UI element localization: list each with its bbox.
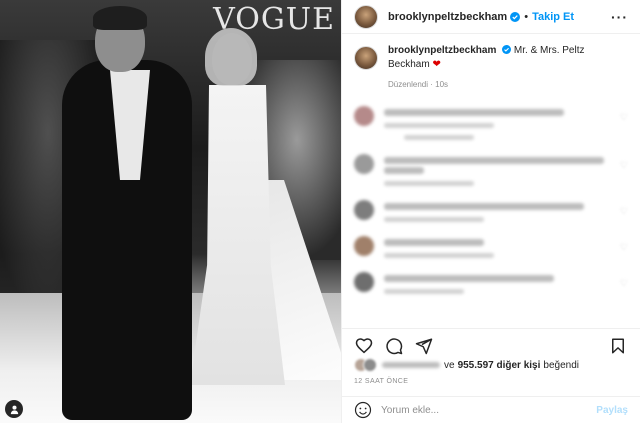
- comment-meta-redacted: [384, 181, 474, 186]
- comment-like-icon[interactable]: ♡: [620, 278, 628, 289]
- post-caption: brooklynpeltzbeckham Mr. & Mrs. Peltz Be…: [354, 44, 628, 92]
- comment-item: ♡: [354, 272, 628, 294]
- comment-like-icon[interactable]: ♡: [620, 160, 628, 171]
- comment-item: ♡: [354, 154, 628, 186]
- comment-meta-redacted: [384, 289, 464, 294]
- comment-like-icon[interactable]: ♡: [620, 112, 628, 123]
- caption-body: brooklynpeltzbeckham Mr. & Mrs. Peltz Be…: [388, 44, 628, 92]
- instagram-post: VOGUE brooklynpeltzbeckham • Takip Et ··…: [0, 0, 640, 423]
- comment-meta-redacted: [384, 123, 494, 128]
- add-comment-bar: Paylaş: [342, 396, 640, 423]
- caption-username[interactable]: brooklynpeltzbeckham: [388, 45, 496, 56]
- likes-suffix: beğendi: [543, 359, 579, 371]
- comment-item: ♡: [354, 200, 628, 222]
- comment-text-redacted: [384, 167, 424, 174]
- comment-text-redacted: [384, 109, 564, 116]
- comment-avatar[interactable]: [354, 106, 374, 126]
- comment-body: [384, 236, 614, 258]
- follow-button[interactable]: Takip Et: [532, 11, 574, 23]
- caption-avatar[interactable]: [354, 46, 378, 70]
- likes-count[interactable]: 955.597 diğer kişi: [458, 360, 541, 371]
- comment-body: [384, 200, 614, 222]
- header-username[interactable]: brooklynpeltzbeckham: [388, 11, 507, 23]
- comment-item: ♡: [354, 236, 628, 258]
- post-photo[interactable]: VOGUE: [0, 0, 341, 423]
- groom-hair: [93, 6, 147, 30]
- comment-meta-redacted: [384, 253, 494, 258]
- bride-face: [212, 33, 252, 85]
- share-comment-button[interactable]: Paylaş: [596, 405, 628, 416]
- comment-meta-redacted: [384, 217, 484, 222]
- comment-body: [384, 272, 614, 294]
- liker-name-redacted[interactable]: [382, 362, 440, 368]
- comment-avatar[interactable]: [354, 200, 374, 220]
- comment-text-redacted: [384, 203, 584, 210]
- comment-text-redacted: [384, 239, 484, 246]
- comment-like-icon[interactable]: ♡: [620, 206, 628, 217]
- post-timestamp[interactable]: 12 SAAT ÖNCE: [354, 378, 408, 385]
- emoji-icon[interactable]: [354, 401, 372, 419]
- comment-icon[interactable]: [384, 336, 404, 356]
- comment-text-redacted: [384, 275, 554, 282]
- comment-avatar[interactable]: [354, 272, 374, 292]
- comment-body: [384, 154, 614, 186]
- save-bookmark-icon[interactable]: [608, 336, 628, 356]
- comment-item: ♡: [354, 106, 628, 140]
- action-bar: [342, 328, 640, 356]
- separator-dot: •: [524, 10, 529, 23]
- caption-edited-time: Düzenlendi · 10s: [388, 80, 449, 89]
- like-heart-icon[interactable]: [354, 336, 374, 356]
- share-direct-icon[interactable]: [414, 336, 434, 356]
- likes-prefix: ve: [444, 359, 455, 371]
- comment-body: [384, 106, 614, 140]
- comment-like-icon[interactable]: ♡: [620, 242, 628, 253]
- user-tag-icon[interactable]: [5, 400, 23, 418]
- post-sidebar: brooklynpeltzbeckham • Takip Et ··· broo…: [341, 0, 640, 423]
- verified-badge-icon: [510, 11, 521, 22]
- comment-avatar[interactable]: [354, 236, 374, 256]
- likes-summary: ve 955.597 diğer kişi beğendi: [354, 358, 628, 372]
- view-replies-redacted[interactable]: [404, 135, 474, 140]
- post-header: brooklynpeltzbeckham • Takip Et ···: [342, 0, 640, 34]
- comments-section: brooklynpeltzbeckham Mr. & Mrs. Peltz Be…: [342, 34, 640, 324]
- more-options-icon[interactable]: ···: [611, 9, 628, 25]
- comment-input[interactable]: [381, 404, 597, 416]
- avatar[interactable]: [354, 4, 378, 29]
- comment-text-redacted: [384, 157, 604, 164]
- liker-avatar: [363, 358, 377, 372]
- vogue-watermark: VOGUE: [213, 2, 335, 37]
- red-heart-emoji: ❤: [432, 59, 441, 70]
- comment-avatar[interactable]: [354, 154, 374, 174]
- verified-badge-icon: [502, 45, 512, 54]
